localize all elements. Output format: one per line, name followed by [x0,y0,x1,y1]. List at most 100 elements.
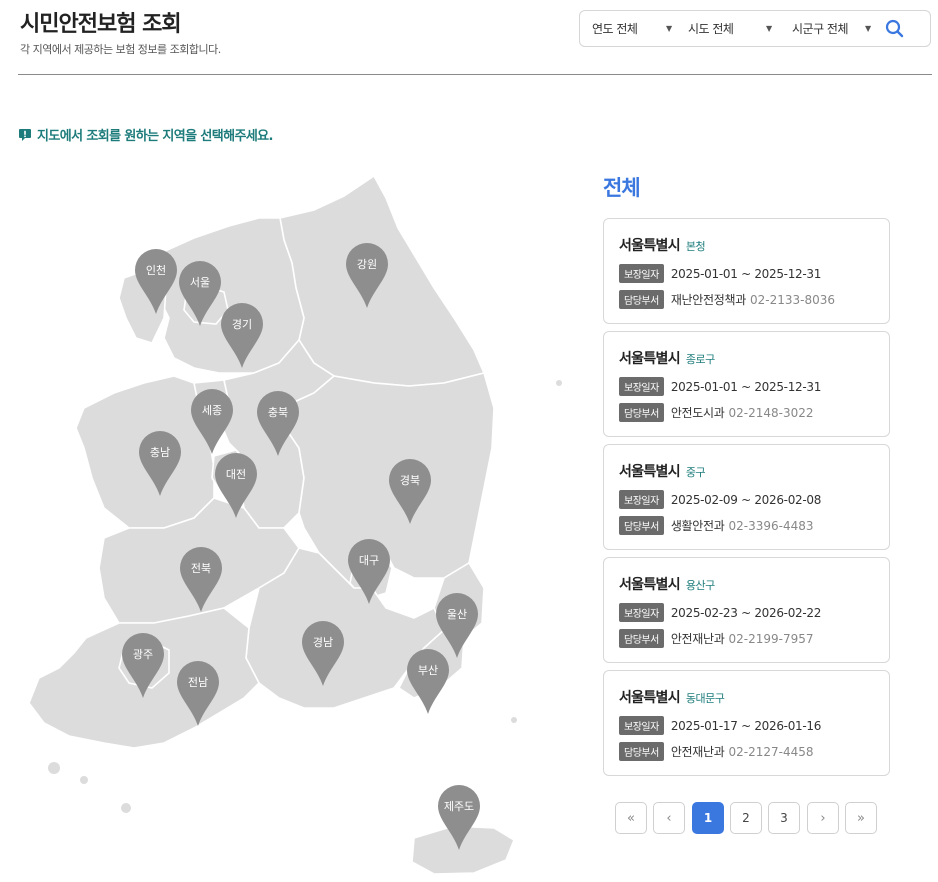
department-badge: 담당부서 [619,403,664,422]
map-pin-label: 부산 [418,664,438,677]
map-pin-label: 광주 [133,648,153,661]
card-district: 종로구 [685,353,715,366]
page-subtitle: 각 지역에서 제공하는 보험 정보를 조회합니다. [20,43,221,56]
coverage-period: 2025-01-17 ~ 2026-01-16 [670,718,822,733]
department-phone[interactable]: 02-2127-4458 [729,745,814,759]
map-pin-label: 인천 [146,263,166,277]
card-heading: 서울특별시 동대문구 [619,687,725,707]
coverage-badge: 보장일자 [619,264,664,283]
card-heading: 서울특별시 중구 [619,461,706,481]
last-page-button[interactable]: » [845,802,877,834]
province-select-label: 시도 전체 [688,22,734,36]
prev-page-button[interactable]: ‹ [653,802,685,834]
department-phone[interactable]: 02-3396-4483 [729,519,814,533]
map-pin-label: 경북 [400,474,420,487]
insurance-card[interactable]: 서울특별시 중구 보장일자 2025-02-09 ~ 2026-02-08 담당부서 생활… [603,444,890,550]
notice-text: 지도에서 조회를 원하는 지역을 선택해주세요. [37,129,273,144]
department-row: 담당부서 재난안전정책과 02-2133-8036 [619,290,835,309]
department-badge: 담당부서 [619,629,664,648]
coverage-badge: 보장일자 [619,716,664,735]
year-select-label: 연도 전체 [592,22,638,36]
region-gyeonggi[interactable] [153,217,305,374]
card-district: 본청 [685,240,706,253]
map-pin-label: 강원 [357,258,377,271]
card-city: 서울특별시 [619,351,681,367]
region-gangwon[interactable] [279,174,486,387]
map-pin-label: 대전 [226,468,246,481]
department-name: 안전도시과 [670,406,725,420]
department-row: 담당부서 안전재난과 02-2199-7957 [619,629,814,648]
first-page-button[interactable]: « [615,802,647,834]
card-heading: 서울특별시 본청 [619,235,706,255]
caret-down-icon: ▼ [666,24,672,33]
department-name: 안전재난과 [670,745,725,759]
next-page-button[interactable]: › [807,802,839,834]
province-select[interactable]: 시도 전체 ▼ [688,11,782,46]
korea-map: 인천 서울 경기 강원 세종 충북 충남 대전 경북 대구 전북 울산 광주 경남 부산 전남 제주도 [14,168,584,882]
page-button-3[interactable]: 3 [768,802,800,834]
department-badge: 담당부서 [619,290,664,309]
exclamation-speech-icon [19,128,31,141]
insurance-card[interactable]: 서울특별시 동대문구보장일자 2025-01-17 ~ 2026-01-16 담당부서… [603,670,890,776]
korea-map-svg: 인천서울경기 강원세종 충북충남대전 경북대구전북울산광주 경남부산전남제주도 [28,174,562,875]
department-name: 안전재난과 [670,632,725,646]
card-district: 중구 [685,466,706,479]
map-notice: 지도에서 조회를 원하는 지역을 선택해주세요. [18,125,273,144]
department-row: 담당부서 안전도시과 02-2148-3022 [619,403,814,422]
page-header: 시민안전보험 조회 각 지역에서 제공하는 보험 정보를 조회합니다. 연도 전… [18,0,932,75]
map-pin-label: 대구 [359,554,379,567]
coverage-row: 보장일자 2025-01-01 ~ 2025-12-31 [619,377,821,396]
page-title: 시민안전보험 조회 [20,12,182,37]
card-city: 서울특별시 [619,690,681,706]
district-select[interactable]: 시군구 전체 ▼ [792,11,878,46]
map-pin-label: 전북 [191,562,211,575]
insurance-card[interactable]: 서울특별시 용산구보장일자 2025-02-23 ~ 2026-02-22 담당부서 안… [603,557,890,663]
card-heading: 서울특별시 종로구 [619,348,715,368]
map-pin-label: 충북 [268,406,288,419]
card-district: 동대문구 [685,692,725,705]
result-panel-title: 전체 [603,176,641,200]
map-pin-label: 경기 [232,318,252,331]
insurance-card[interactable]: 서울특별시 종로구보장일자 2025-01-01 ~ 2025-12-31 담당부서 안… [603,331,890,437]
coverage-badge: 보장일자 [619,490,664,509]
card-city: 서울특별시 [619,577,681,593]
department-phone[interactable]: 02-2199-7957 [729,632,814,646]
caret-down-icon: ▼ [865,24,871,33]
page-button-2[interactable]: 2 [730,802,762,834]
map-pin-label: 전남 [188,676,208,689]
coverage-period: 2025-02-23 ~ 2026-02-22 [670,605,822,620]
map-pin-label: 충남 [150,446,170,459]
map-pin[interactable]: 부산 [407,649,449,714]
year-select[interactable]: 연도 전체 ▼ [592,11,684,46]
department-row: 담당부서 생활안전과 02-3396-4483 [619,516,814,535]
department-name: 생활안전과 [670,519,725,533]
page-button-1[interactable]: 1 [692,802,724,834]
coverage-row: 보장일자 2025-02-09 ~ 2026-02-08 [619,490,821,509]
card-city: 서울특별시 [619,238,681,254]
map-pin-label: 서울 [190,276,210,289]
map-pin-label: 세종 [202,404,222,417]
coverage-badge: 보장일자 [619,377,664,396]
card-heading: 서울특별시 용산구 [619,574,715,594]
department-row: 담당부서 안전재난과 02-2127-4458 [619,742,814,761]
filter-bar: 연도 전체 ▼ 시도 전체 ▼ 시군구 전체 ▼ [579,10,931,47]
map-pin-label: 제주도 [444,800,474,813]
department-phone[interactable]: 02-2133-8036 [750,293,835,307]
coverage-period: 2025-01-01 ~ 2025-12-31 [670,379,822,394]
coverage-row: 보장일자 2025-01-01 ~ 2025-12-31 [619,264,821,283]
search-icon [885,19,904,38]
coverage-row: 보장일자 2025-01-17 ~ 2026-01-16 [619,716,821,735]
department-name: 재난안전정책과 [670,293,746,307]
coverage-period: 2025-01-01 ~ 2025-12-31 [670,266,822,281]
department-badge: 담당부서 [619,742,664,761]
district-select-label: 시군구 전체 [792,22,849,36]
coverage-period: 2025-02-09 ~ 2026-02-08 [670,492,822,507]
map-marker-icon [407,649,449,714]
card-district: 용산구 [685,579,715,592]
coverage-row: 보장일자 2025-02-23 ~ 2026-02-22 [619,603,821,622]
department-phone[interactable]: 02-2148-3022 [729,406,814,420]
coverage-badge: 보장일자 [619,603,664,622]
caret-down-icon: ▼ [766,24,772,33]
insurance-card[interactable]: 서울특별시 본청보장일자 2025-01-01 ~ 2025-12-31 담당부서 재난… [603,218,890,324]
search-button[interactable] [882,17,908,41]
